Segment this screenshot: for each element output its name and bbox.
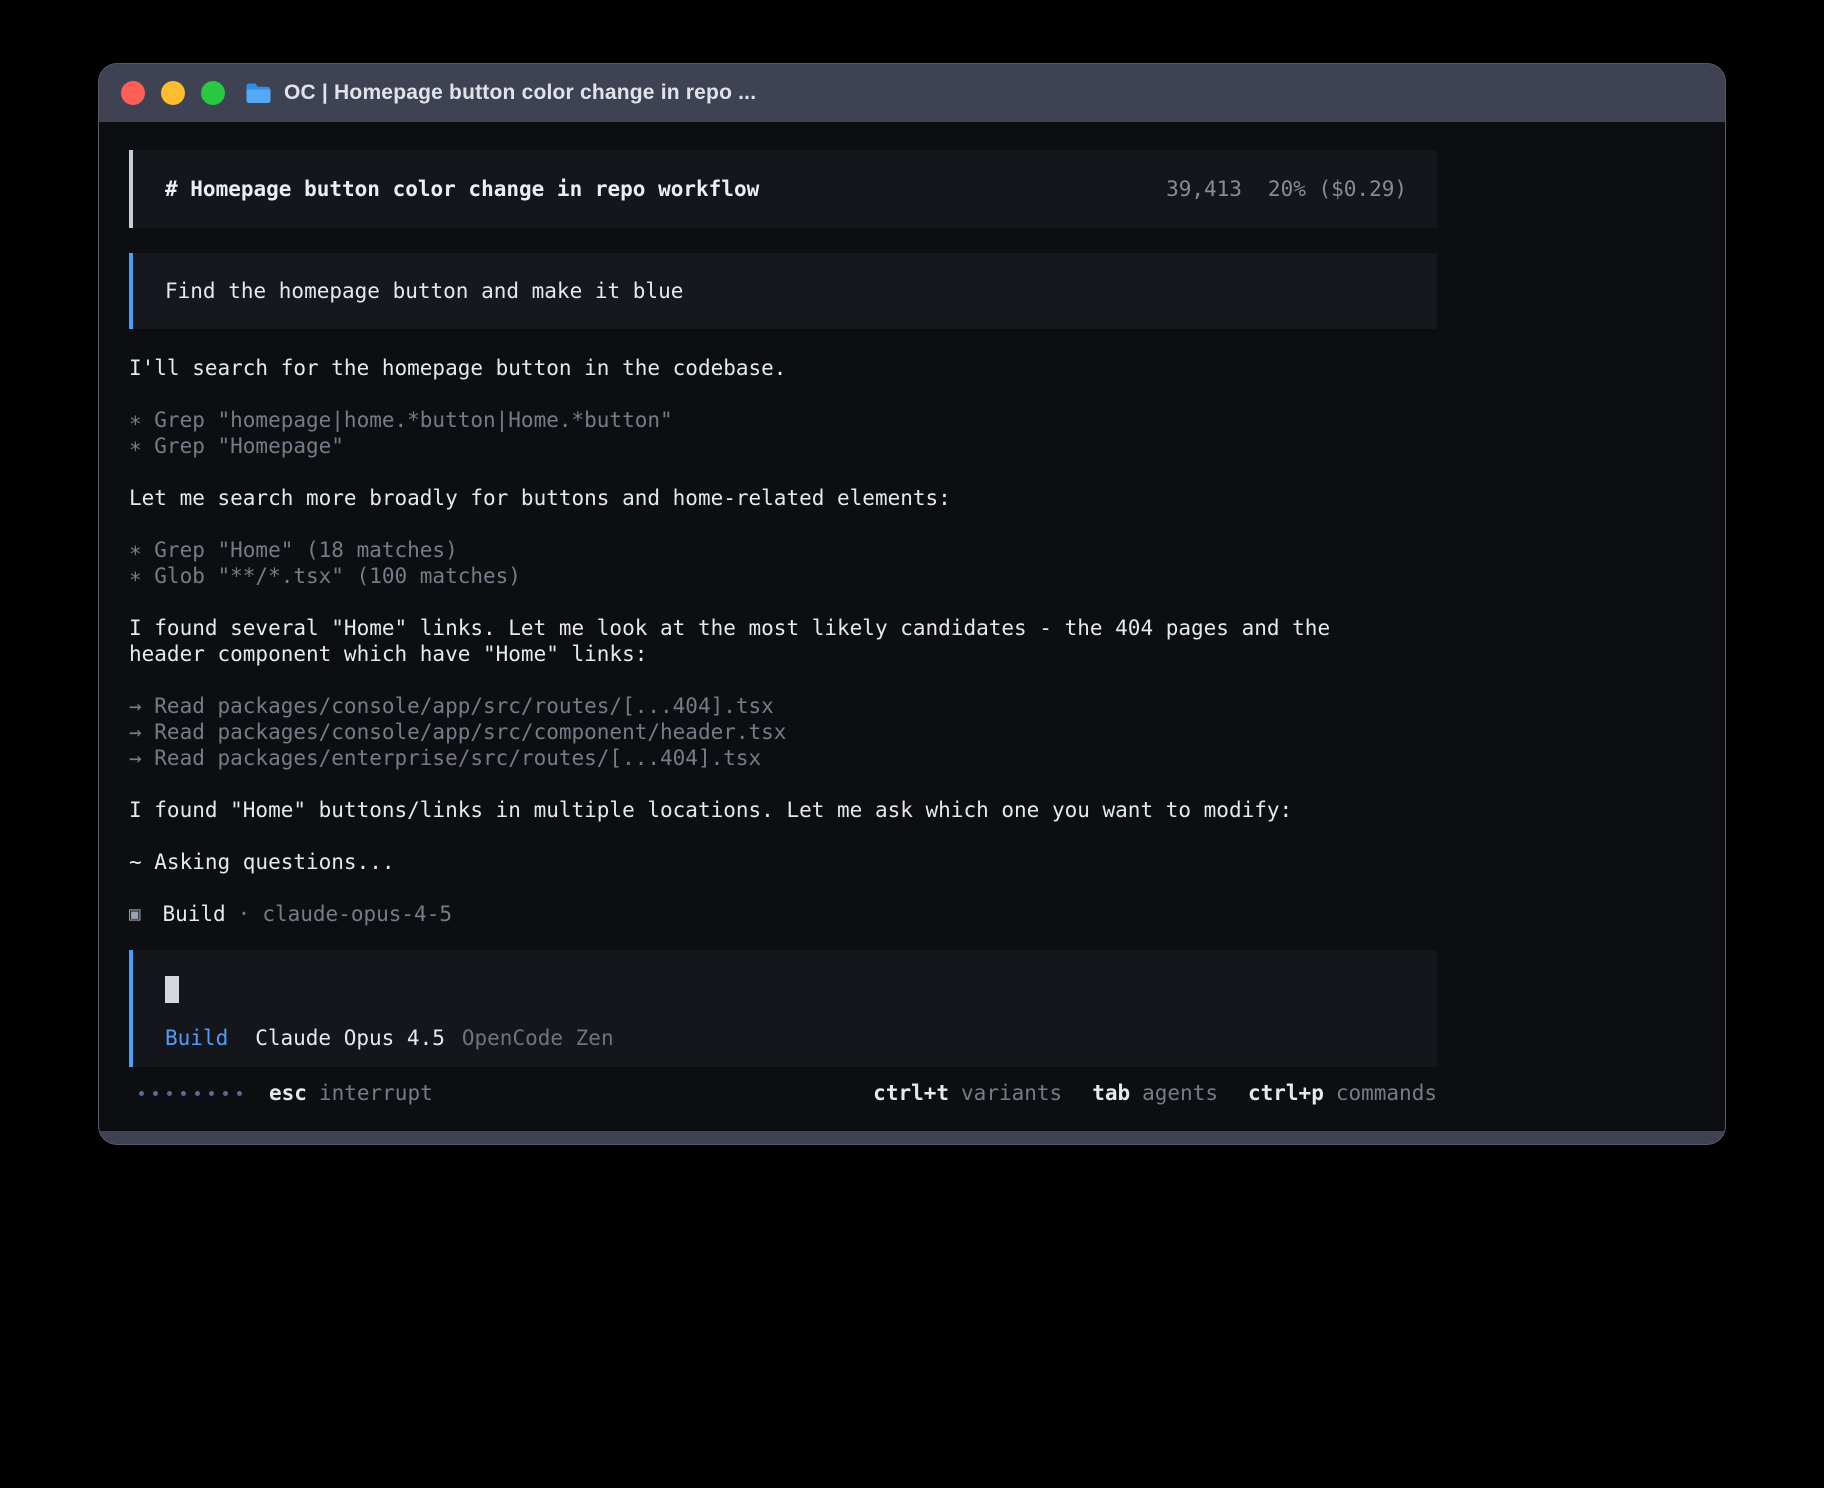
- working-status: ~ Asking questions...: [129, 849, 1373, 875]
- shortcut-agents: tab agents: [1092, 1080, 1218, 1106]
- model-provider: OpenCode Zen: [462, 1025, 614, 1051]
- prompt-input[interactable]: Build Claude Opus 4.5 OpenCode Zen: [129, 950, 1437, 1067]
- session-stats: 39,413 20% ($0.29): [1166, 176, 1407, 202]
- spinner-dots: [139, 1091, 242, 1096]
- user-message: Find the homepage button and make it blu…: [129, 253, 1437, 329]
- ctrl-t-key: ctrl+t: [873, 1080, 949, 1106]
- text-cursor: [165, 976, 179, 1003]
- ctrl-p-key: ctrl+p: [1248, 1080, 1324, 1106]
- agent-name: Build: [162, 901, 225, 927]
- tool-call-group: ∗ Grep "homepage|home.*button|Home.*butt…: [129, 407, 1373, 459]
- traffic-lights: [121, 81, 225, 105]
- window-titlebar[interactable]: OC | Homepage button color change in rep…: [99, 64, 1725, 122]
- tool-call-grep: ∗ Grep "Home" (18 matches): [129, 537, 1373, 563]
- tool-call-group: ∗ Grep "Home" (18 matches) ∗ Glob "**/*.…: [129, 537, 1373, 589]
- shortcut-variants: ctrl+t variants: [873, 1080, 1062, 1106]
- user-message-text: Find the homepage button and make it blu…: [165, 279, 683, 303]
- tool-call-read: → Read packages/console/app/src/componen…: [129, 719, 1373, 745]
- tool-call-grep: ∗ Grep "homepage|home.*button|Home.*butt…: [129, 407, 1373, 433]
- tool-call-glob: ∗ Glob "**/*.tsx" (100 matches): [129, 563, 1373, 589]
- tool-call-group: → Read packages/console/app/src/routes/[…: [129, 693, 1373, 771]
- agents-label: agents: [1142, 1080, 1218, 1106]
- assistant-message: I found several "Home" links. Let me loo…: [129, 615, 1373, 667]
- close-button[interactable]: [121, 81, 145, 105]
- status-bar: esc interrupt ctrl+t variants tab agents…: [129, 1080, 1437, 1106]
- shortcut-interrupt: esc interrupt: [269, 1080, 433, 1106]
- tool-call-read: → Read packages/console/app/src/routes/[…: [129, 693, 1373, 719]
- tool-call-read: → Read packages/enterprise/src/routes/[.…: [129, 745, 1373, 771]
- model-status-line: Build Claude Opus 4.5 OpenCode Zen: [165, 1025, 1405, 1051]
- agent-mode-label[interactable]: Build: [165, 1025, 228, 1051]
- esc-key: esc: [269, 1080, 307, 1106]
- agent-model: claude-opus-4-5: [262, 901, 452, 927]
- agent-icon: ▣: [129, 901, 140, 927]
- assistant-transcript: I'll search for the homepage button in t…: [129, 355, 1373, 927]
- variants-label: variants: [961, 1080, 1062, 1106]
- esc-label: interrupt: [319, 1080, 433, 1106]
- tab-key: tab: [1092, 1080, 1130, 1106]
- window-title: OC | Homepage button color change in rep…: [284, 81, 756, 105]
- zoom-button[interactable]: [201, 81, 225, 105]
- context-usage: 20% ($0.29): [1268, 176, 1407, 202]
- agent-status-line: ▣ Build · claude-opus-4-5: [129, 901, 1373, 927]
- token-count: 39,413: [1166, 176, 1242, 202]
- minimize-button[interactable]: [161, 81, 185, 105]
- assistant-message: Let me search more broadly for buttons a…: [129, 485, 1373, 511]
- shortcut-commands: ctrl+p commands: [1248, 1080, 1437, 1106]
- agent-separator: ·: [238, 901, 251, 927]
- desktop-background: OC | Homepage button color change in rep…: [0, 0, 1824, 1488]
- session-header: # Homepage button color change in repo w…: [129, 150, 1437, 228]
- folder-icon: [245, 82, 272, 104]
- commands-label: commands: [1336, 1080, 1437, 1106]
- tool-call-grep: ∗ Grep "Homepage": [129, 433, 1373, 459]
- terminal-content: # Homepage button color change in repo w…: [99, 122, 1725, 1131]
- assistant-message: I'll search for the homepage button in t…: [129, 355, 1373, 381]
- terminal-window: OC | Homepage button color change in rep…: [99, 64, 1725, 1144]
- assistant-message: I found "Home" buttons/links in multiple…: [129, 797, 1373, 823]
- session-title: # Homepage button color change in repo w…: [165, 176, 759, 202]
- model-name[interactable]: Claude Opus 4.5: [255, 1025, 445, 1051]
